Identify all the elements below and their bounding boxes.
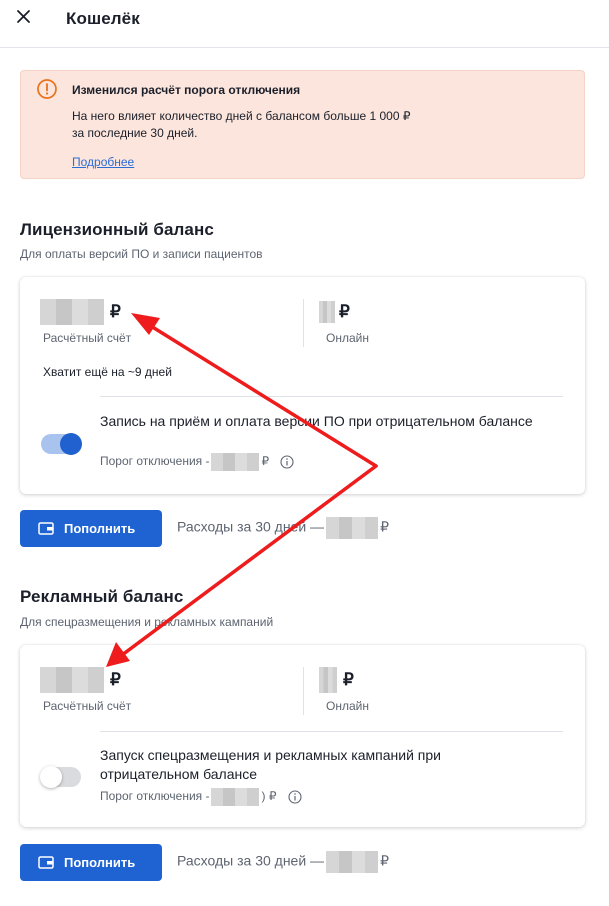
license-balance-card: ₽ Расчётный счёт ₽ Онлайн Хватит ещё на … (20, 277, 585, 494)
currency-symbol: ) ₽ (261, 789, 277, 804)
alert-banner: Изменился расчёт порога отключения На не… (20, 70, 585, 179)
currency-symbol: ₽ (339, 302, 350, 321)
redacted-amount (326, 851, 379, 873)
license-expenses: Расходы за 30 дней — ₽ (177, 517, 389, 539)
currency-symbol: ₽ (261, 454, 270, 469)
license-online-label: Онлайн (326, 331, 369, 345)
ads-negative-balance-toggle[interactable] (40, 766, 81, 788)
threshold-text: Порог отключения - ₽ (100, 453, 295, 471)
wallet-icon (38, 856, 54, 869)
license-online-amount: ₽ (319, 301, 350, 323)
toggle-description: Запуск спецразмещения и рекламных кампан… (100, 747, 441, 782)
license-topup-button[interactable]: Пополнить (20, 510, 162, 547)
toggle-knob (40, 766, 62, 788)
redacted-amount (40, 299, 104, 325)
currency-symbol: ₽ (380, 852, 389, 869)
alert-text: На него влияет количество дней с балансо… (72, 108, 492, 142)
threshold-text: Порог отключения - ) ₽ (100, 788, 302, 806)
close-icon[interactable] (14, 7, 34, 27)
alert-title: Изменился расчёт порога отключения (72, 83, 301, 97)
license-account-amount: ₽ (40, 299, 121, 325)
redacted-amount (40, 667, 104, 693)
alert-text-line: На него влияет количество дней с балансо… (72, 109, 411, 123)
ads-topup-button[interactable]: Пополнить (20, 844, 162, 881)
ads-account-label: Расчётный счёт (43, 699, 132, 713)
ads-balance-subtitle: Для спецразмещения и рекламных кампаний (20, 615, 274, 629)
expenses-label: Расходы за 30 дней — (177, 518, 325, 535)
wallet-icon (38, 522, 54, 535)
redacted-amount (319, 301, 335, 323)
currency-symbol: ₽ (343, 670, 354, 689)
ads-balance-card: ₽ Расчётный счёт ₽ Онлайн Запуск спецраз… (20, 645, 585, 827)
header: Кошелёк (0, 0, 609, 48)
warning-circle-icon (37, 79, 57, 99)
days-remaining-text: Хватит ещё на ~9 дней (43, 365, 172, 379)
button-label: Пополнить (64, 521, 136, 536)
negative-balance-toggle[interactable] (41, 433, 82, 455)
divider (100, 396, 563, 397)
currency-symbol: ₽ (110, 670, 121, 689)
currency-symbol: ₽ (380, 518, 389, 535)
ads-expenses: Расходы за 30 дней — ₽ (177, 851, 389, 873)
license-balance-title: Лицензионный баланс (20, 220, 214, 239)
toggle-description: Запись на приём и оплата версии ПО при о… (100, 413, 533, 429)
divider (303, 667, 304, 715)
info-icon[interactable] (280, 455, 295, 469)
ads-account-amount: ₽ (40, 667, 121, 693)
license-account-label: Расчётный счёт (43, 331, 132, 345)
alert-text-line: за последние 30 дней. (72, 126, 198, 140)
redacted-amount (211, 453, 260, 471)
redacted-amount (319, 667, 337, 693)
toggle-knob (60, 433, 82, 455)
divider (303, 299, 304, 347)
ads-online-amount: ₽ (319, 667, 354, 693)
license-balance-subtitle: Для оплаты версий ПО и записи пациентов (20, 247, 263, 261)
more-link[interactable]: Подробнее (72, 155, 134, 169)
threshold-label: Порог отключения - (100, 789, 210, 804)
divider (100, 731, 563, 732)
currency-symbol: ₽ (110, 302, 121, 321)
ads-balance-title: Рекламный баланс (20, 587, 184, 606)
expenses-label: Расходы за 30 дней — (177, 852, 325, 869)
info-icon[interactable] (288, 790, 302, 804)
annotation-arrow-down (106, 464, 378, 667)
button-label: Пополнить (64, 855, 136, 870)
ads-online-label: Онлайн (326, 699, 369, 713)
threshold-label: Порог отключения - (100, 454, 210, 469)
page-title: Кошелёк (66, 9, 140, 28)
redacted-amount (326, 517, 379, 539)
redacted-amount (211, 788, 260, 806)
